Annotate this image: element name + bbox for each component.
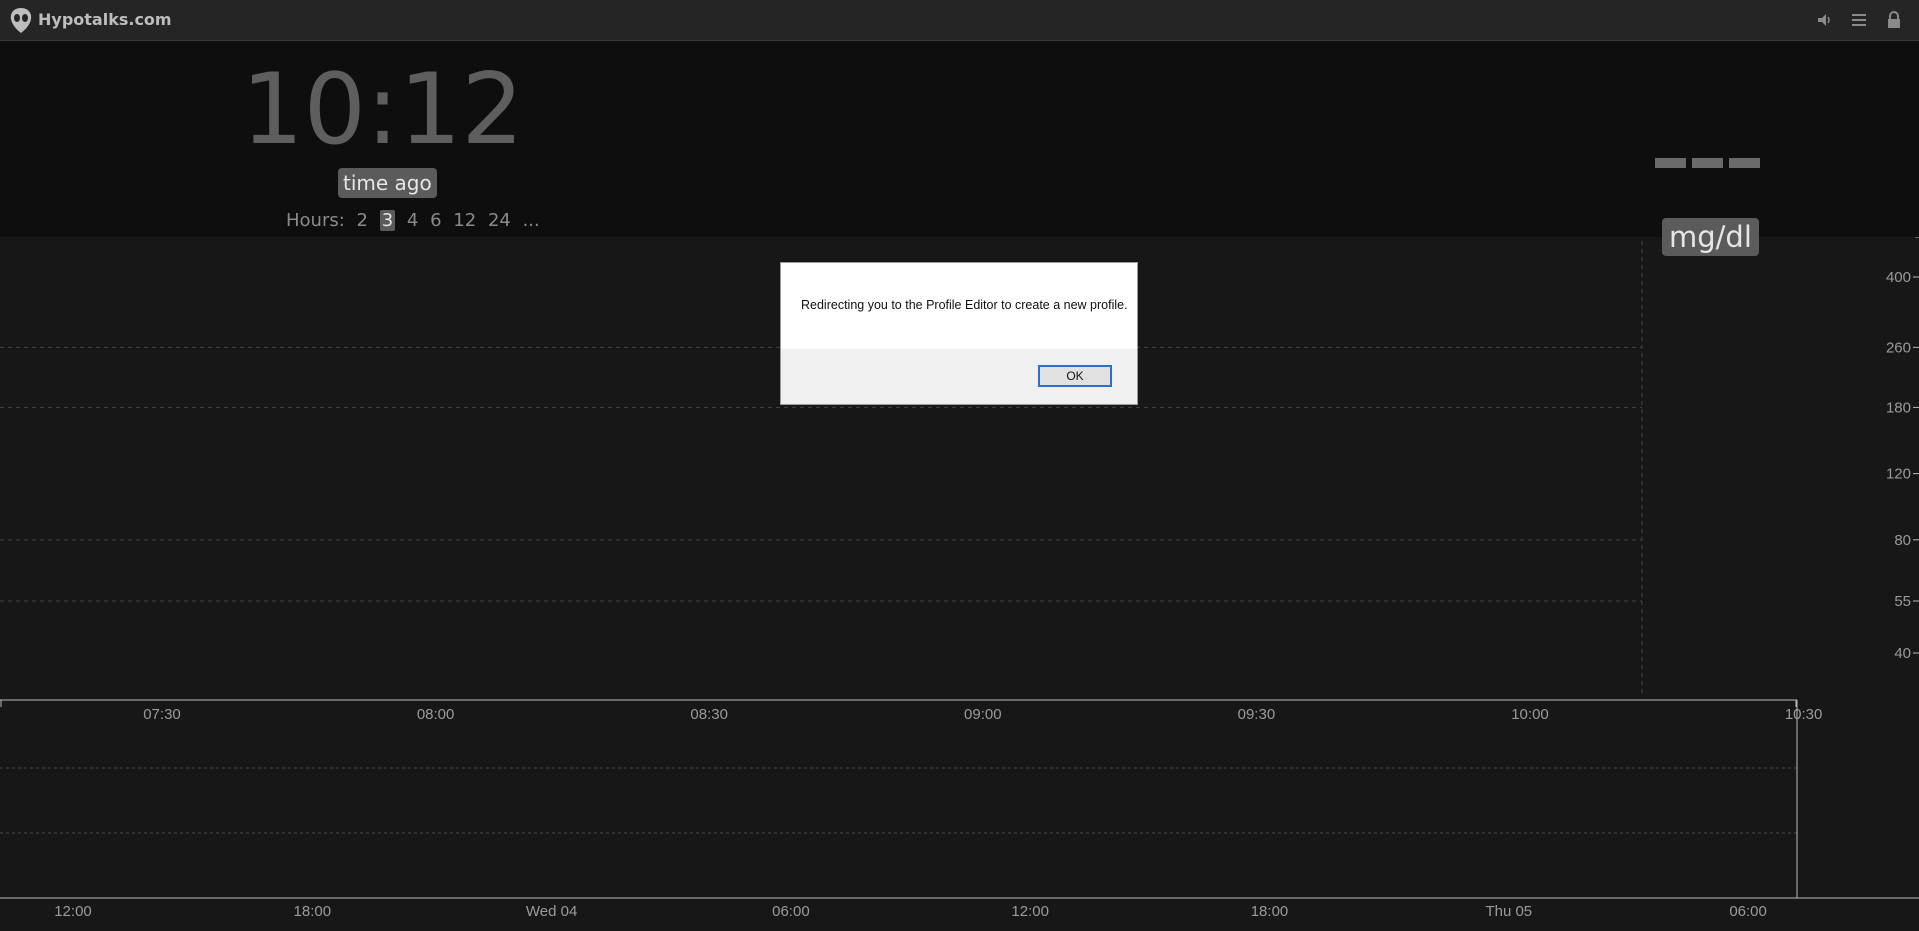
y-tick-label: 40 [1894, 645, 1911, 662]
menu-icon[interactable] [1849, 10, 1869, 30]
alert-dialog: Redirecting you to the Profile Editor to… [780, 262, 1138, 405]
y-tick-label: 80 [1894, 532, 1911, 549]
top-bar: Hypotalks.com [0, 0, 1919, 41]
hours-option-6[interactable]: 6 [430, 210, 441, 231]
dash-mark [1655, 158, 1686, 168]
hours-option-12[interactable]: 12 [453, 210, 476, 231]
ok-button[interactable]: OK [1038, 365, 1112, 387]
current-time: 10:12 [241, 53, 524, 167]
dialog-message: Redirecting you to the Profile Editor to… [801, 298, 1128, 312]
overview-x-tick-label: 12:00 [1011, 903, 1049, 920]
overview-x-tick-label: 18:00 [1251, 903, 1289, 920]
y-tick-label: 180 [1886, 399, 1911, 416]
overview-x-axis: 12:00 18:00 Wed 04 06:00 12:00 18:00 Thu 05 06:… [54, 903, 1767, 920]
hours-option-more[interactable]: ... [523, 210, 540, 231]
overview-x-tick-label: 06:00 [1729, 903, 1767, 920]
overview-x-tick-label: 06:00 [772, 903, 810, 920]
site-title[interactable]: Hypotalks.com [38, 10, 172, 29]
dash-mark [1729, 158, 1760, 168]
overview-x-tick-label: Wed 04 [526, 903, 577, 920]
hours-option-4[interactable]: 4 [407, 210, 418, 231]
y-tick-label: 260 [1886, 339, 1911, 356]
y-axis: 400 260 180 120 80 55 40 [1886, 269, 1919, 662]
y-tick-label: 120 [1886, 466, 1911, 483]
hours-label: Hours: [286, 210, 345, 231]
overview-x-tick-label: Thu 05 [1485, 903, 1532, 920]
time-ago-badge: time ago [338, 168, 437, 198]
status-header: 10:12 time ago Hours: 2 3 4 6 12 24 ... … [0, 41, 1919, 256]
y-tick-label: 55 [1894, 593, 1911, 610]
lock-icon[interactable] [1884, 10, 1904, 30]
hours-option-3[interactable]: 3 [379, 210, 396, 231]
alien-logo-icon[interactable] [8, 6, 34, 34]
y-tick-label: 400 [1886, 269, 1911, 286]
hours-selector: Hours: 2 3 4 6 12 24 ... [286, 210, 540, 231]
volume-icon[interactable] [1815, 10, 1835, 30]
hours-option-24[interactable]: 24 [488, 210, 511, 231]
overview-x-tick-label: 12:00 [54, 903, 92, 920]
bg-value-placeholder [1655, 158, 1761, 172]
hours-option-2[interactable]: 2 [357, 210, 368, 231]
overview-x-tick-label: 18:00 [294, 903, 332, 920]
dialog-body: Redirecting you to the Profile Editor to… [781, 263, 1137, 349]
dash-mark [1692, 158, 1723, 168]
overview-chart[interactable]: 12:00 18:00 Wed 04 06:00 12:00 18:00 Thu 05 06:… [0, 700, 1919, 931]
